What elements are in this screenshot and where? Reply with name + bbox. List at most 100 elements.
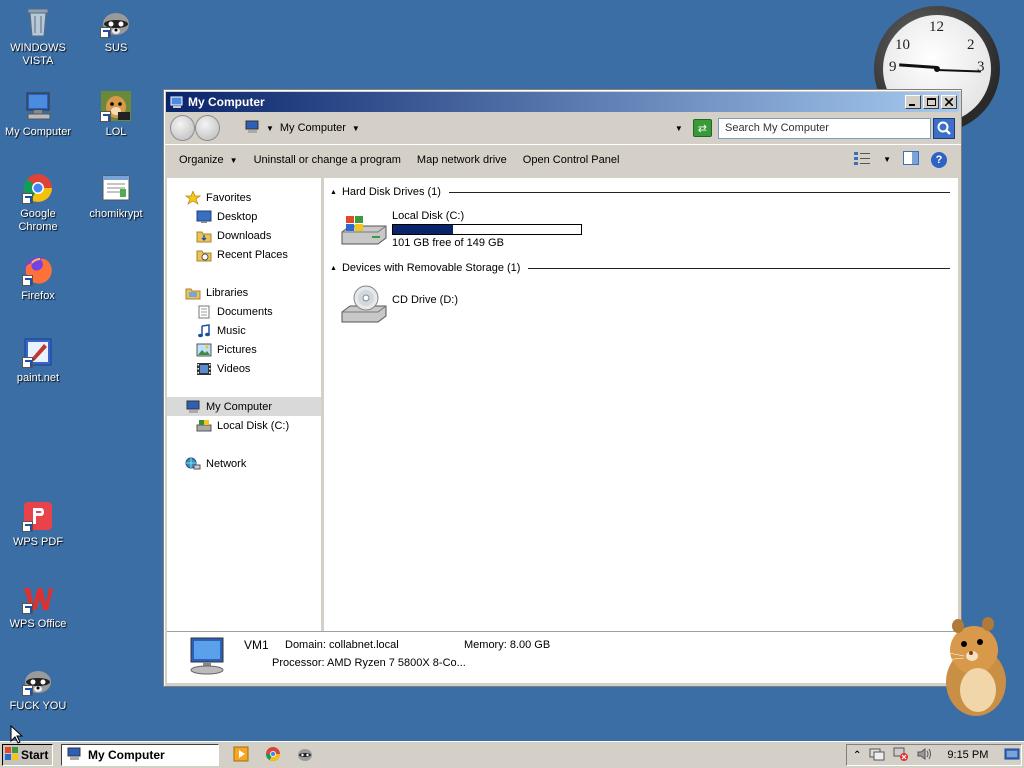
explorer-window[interactable]: My Computer ▼ My Computer ▼ ▼ ⇄ Search M… (163, 89, 962, 687)
nav-item-favorites[interactable]: Favorites (167, 188, 321, 207)
desktop-icon-label: paint.net (16, 372, 60, 384)
nav-item-network[interactable]: Network (167, 454, 321, 473)
drive-item-local-disk-c[interactable]: Local Disk (C:) 101 GB free of 149 GB (340, 210, 582, 249)
drive-name: Local Disk (C:) (392, 210, 465, 222)
address-dropdown-icon[interactable]: ▼ (675, 124, 683, 133)
computer-icon (244, 120, 260, 137)
collapse-triangle-icon[interactable]: ▲ (330, 189, 337, 196)
desktop-icon-firefox[interactable]: Firefox (0, 254, 76, 303)
clock-center (934, 66, 940, 72)
desktop-icon-chomikrypt[interactable]: chomikrypt (78, 172, 154, 221)
maximize-button[interactable] (923, 95, 939, 109)
nav-label: Libraries (206, 286, 249, 299)
nav-label: Desktop (217, 210, 258, 223)
shortcut-arrow-icon (22, 603, 33, 614)
clock-minute-hand (936, 69, 981, 73)
recent-places-icon (196, 248, 212, 262)
desktop-icon-wps-pdf[interactable]: WPS PDF (0, 500, 76, 549)
shortcut-arrow-icon (100, 27, 111, 38)
shortcut-arrow-icon (22, 685, 33, 696)
videos-icon (196, 362, 212, 376)
clock-time[interactable]: 9:15 PM (947, 749, 988, 761)
clock-number: 10 (895, 37, 910, 53)
nav-item-desktop[interactable]: Desktop (167, 207, 321, 226)
file-list-pane: ▲ Hard Disk Drives (1) Local Disk (C:) 1… (324, 178, 958, 632)
nav-item-videos[interactable]: Videos (167, 359, 321, 378)
media-player-icon[interactable] (233, 746, 249, 765)
firefox-icon (22, 254, 54, 286)
desktop-icon-windows-vista[interactable]: WINDOWS VISTA (0, 6, 76, 68)
desktop-icon-sus[interactable]: SUS (78, 6, 154, 55)
raccoon-icon[interactable] (297, 746, 313, 765)
refresh-icon[interactable]: ⇄ (692, 119, 712, 137)
taskbar-button-my-computer[interactable]: My Computer (61, 744, 219, 766)
windows-logo-icon (5, 746, 19, 764)
preview-pane-icon[interactable] (903, 151, 919, 168)
uninstall-label: Uninstall or change a program (253, 153, 401, 166)
search-input[interactable]: Search My Computer (717, 117, 931, 139)
chrome-icon[interactable] (265, 746, 281, 765)
breadcrumb-chevron-icon[interactable]: ▼ (352, 124, 360, 133)
nav-label: Videos (217, 362, 251, 375)
control-panel-label: Open Control Panel (522, 153, 620, 166)
wps-pdf-icon (22, 500, 54, 532)
show-hidden-icons-icon[interactable]: ⌃ (853, 750, 861, 761)
breadcrumb-chevron-icon[interactable]: ▼ (266, 124, 274, 133)
desktop-icon-my-computer[interactable]: My Computer (0, 90, 76, 139)
taskbar: Start My Computer ⌃ 9:15 PM (0, 741, 1024, 768)
address-text[interactable]: My Computer (280, 122, 346, 134)
desktop-icon-wps-office[interactable]: WPS Office (0, 582, 76, 631)
raccoon-icon (100, 6, 132, 38)
clock-number: 3 (977, 59, 985, 75)
action-center-icon[interactable] (869, 747, 885, 764)
navigation-pane: Favorites Desktop Downloads Recent Place… (167, 178, 324, 632)
hard-drive-icon (196, 419, 212, 433)
search-placeholder: Search My Computer (724, 122, 829, 134)
wps-office-icon (22, 582, 54, 614)
desktop-icon-google-chrome[interactable]: Google Chrome (0, 172, 76, 234)
view-options-dropdown-icon[interactable]: ▼ (883, 155, 891, 164)
group-title: Hard Disk Drives (1) (341, 186, 441, 198)
back-button[interactable] (170, 115, 195, 141)
map-network-drive-button[interactable]: Map network drive (417, 154, 507, 166)
show-desktop-icon[interactable] (1004, 747, 1020, 764)
group-header-removable-storage[interactable]: ▲ Devices with Removable Storage (1) (330, 262, 950, 274)
computer-icon (185, 400, 201, 414)
close-button[interactable] (941, 95, 957, 109)
desktop-icon-lol[interactable]: LOL (78, 90, 154, 139)
nav-item-my-computer[interactable]: My Computer (167, 397, 321, 416)
uninstall-program-button[interactable]: Uninstall or change a program (254, 154, 401, 166)
nav-item-music[interactable]: Music (167, 321, 321, 340)
nav-label: Pictures (217, 343, 257, 356)
help-icon[interactable]: ? (931, 151, 947, 168)
star-icon (184, 189, 202, 205)
nav-item-downloads[interactable]: Downloads (167, 226, 321, 245)
desktop-icon-paintnet[interactable]: paint.net (0, 336, 76, 385)
command-bar: Organize ▼ Uninstall or change a program … (164, 144, 961, 174)
group-header-hard-disk-drives[interactable]: ▲ Hard Disk Drives (1) (330, 186, 950, 198)
collapse-triangle-icon[interactable]: ▲ (330, 265, 337, 272)
nav-item-libraries[interactable]: Libraries (167, 283, 321, 302)
nav-item-documents[interactable]: Documents (167, 302, 321, 321)
pictures-icon (196, 343, 212, 357)
organize-button[interactable]: Organize ▼ (179, 154, 238, 166)
network-status-icon[interactable] (893, 747, 909, 764)
nav-label: Documents (217, 305, 273, 318)
title-bar[interactable]: My Computer (166, 92, 959, 112)
search-button[interactable] (933, 117, 955, 139)
drive-item-cd-drive-d[interactable]: CD Drive (D:) (340, 284, 458, 327)
view-options-icon[interactable] (853, 151, 871, 168)
nav-item-local-disk[interactable]: Local Disk (C:) (167, 416, 321, 435)
minimize-button[interactable] (905, 95, 921, 109)
forward-button[interactable] (194, 115, 220, 141)
hamster-mascot (934, 616, 1014, 720)
drive-free-space: 101 GB free of 149 GB (392, 237, 504, 249)
nav-item-pictures[interactable]: Pictures (167, 340, 321, 359)
computer-memory: Memory: 8.00 GB (464, 639, 551, 651)
open-control-panel-button[interactable]: Open Control Panel (523, 154, 620, 166)
desktop-icon-label: My Computer (4, 126, 72, 138)
volume-icon[interactable] (917, 747, 933, 764)
nav-item-recent-places[interactable]: Recent Places (167, 245, 321, 264)
address-bar[interactable]: ▼ My Computer ▼ ▼ (239, 117, 687, 139)
desktop-icon-fuck-you[interactable]: FUCK YOU (0, 664, 76, 713)
